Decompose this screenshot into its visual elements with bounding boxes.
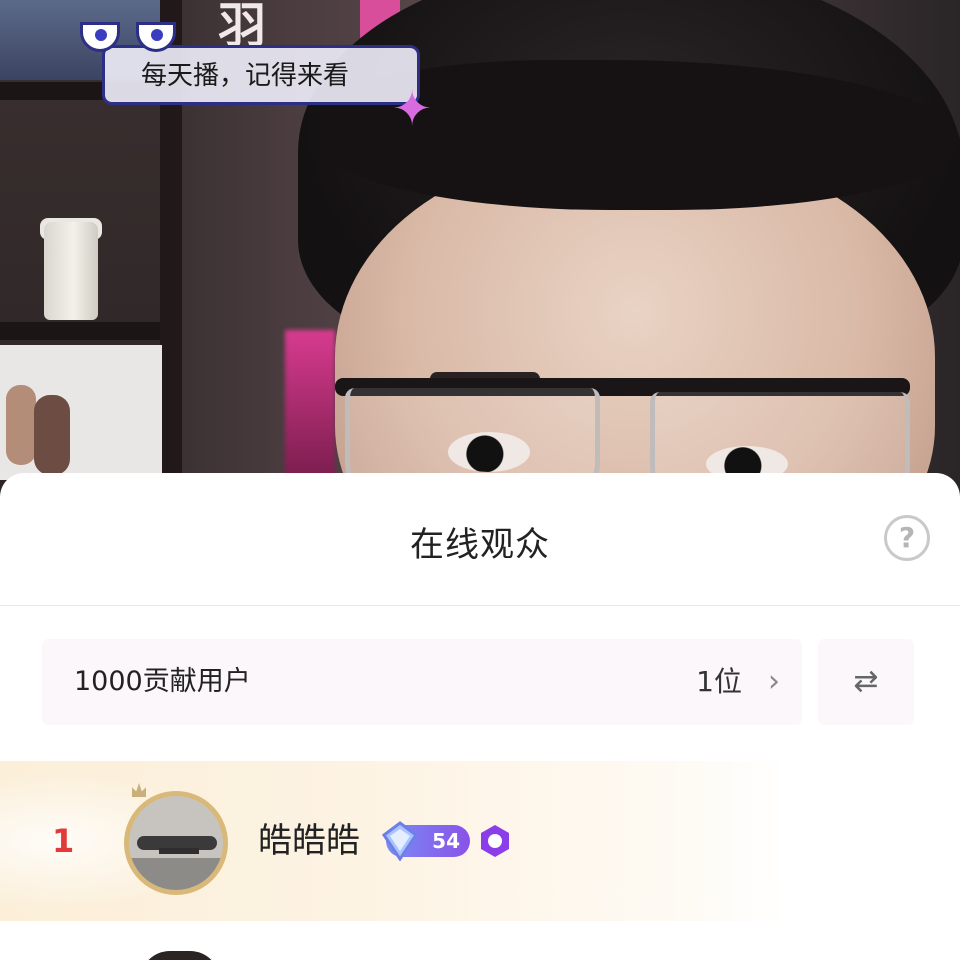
switch-icon[interactable]: ⇄ xyxy=(818,639,914,725)
avatar-ground xyxy=(129,858,223,890)
sticker-text: 每天播，记得来看 xyxy=(141,61,350,91)
background-cup xyxy=(44,222,98,320)
fan-club-badge-icon xyxy=(481,825,509,857)
contribution-users-bar[interactable]: 1000贡献用户 1位 › xyxy=(42,639,802,725)
live-video[interactable]: 羽 每天播，记得来看 ✦ xyxy=(0,0,960,500)
chevron-right-icon: › xyxy=(768,664,780,699)
viewer-row[interactable]: 1 皓皓皓 54 xyxy=(0,761,960,921)
contribution-count: 1位 xyxy=(696,665,742,698)
live-room-screen: 羽 每天播，记得来看 ✦ 在线观众 ? 1000贡献用户 1位 › ⇄ 1 皓皓… xyxy=(0,0,960,960)
avatar[interactable] xyxy=(140,951,220,960)
sheet-header: 在线观众 ? xyxy=(0,473,960,606)
contribution-label: 1000贡献用户 xyxy=(74,666,251,697)
viewer-rank: 1 xyxy=(52,822,75,860)
background-light xyxy=(285,330,335,480)
airplane-wing xyxy=(159,848,199,854)
viewer-name: 皓皓皓 xyxy=(258,821,360,861)
question-circle-icon[interactable]: ? xyxy=(884,515,930,561)
diamond-icon xyxy=(382,821,418,861)
online-audience-sheet: 在线观众 ? 1000贡献用户 1位 › ⇄ 1 皓皓皓 54 xyxy=(0,473,960,960)
sticker-eyes-icon xyxy=(80,22,180,56)
streamer-eye xyxy=(448,432,530,472)
poster-person xyxy=(6,385,36,465)
sheet-title: 在线观众 xyxy=(410,525,550,565)
sparkle-icon: ✦ xyxy=(392,81,433,137)
poster-person xyxy=(34,395,70,475)
shelf-board xyxy=(0,322,180,340)
avatar[interactable] xyxy=(124,791,228,895)
